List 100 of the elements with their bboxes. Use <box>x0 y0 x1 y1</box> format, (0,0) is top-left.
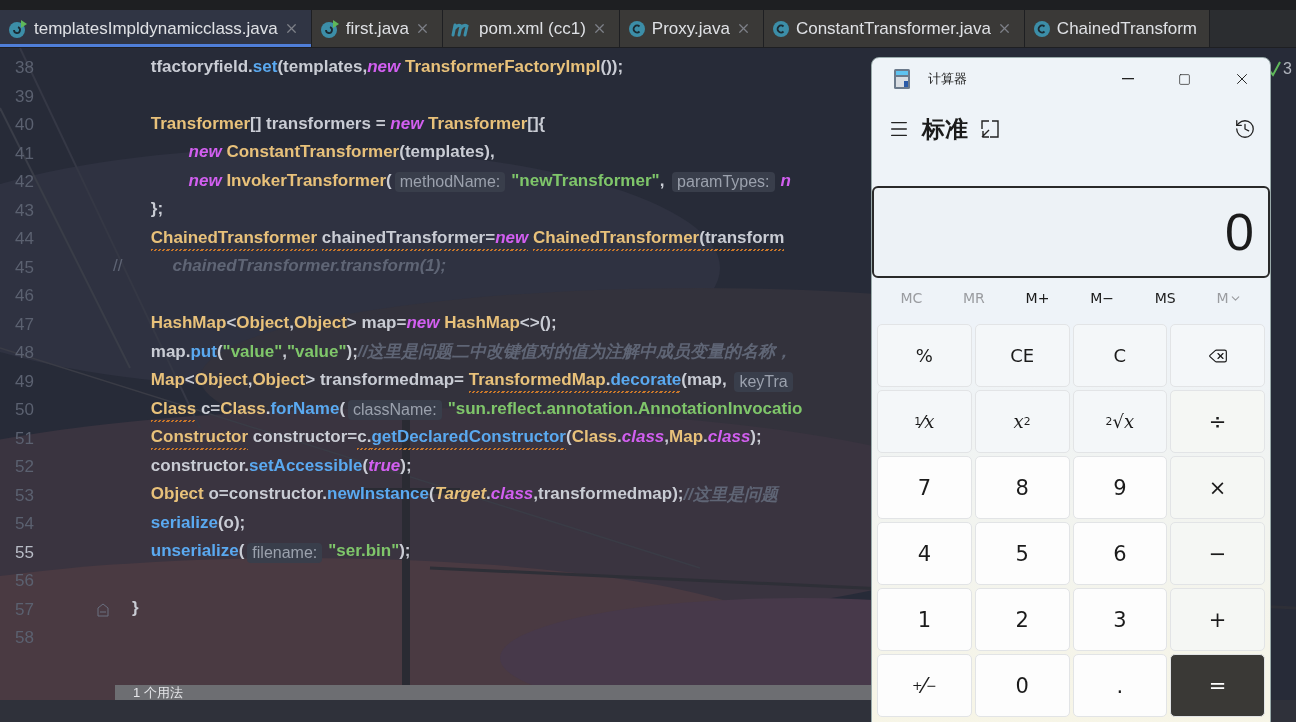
calculator-icon <box>894 69 910 89</box>
code-token: ( <box>566 427 572 449</box>
check-icon <box>1269 61 1282 77</box>
code-token: Target <box>434 484 487 506</box>
line-number: 40 <box>14 115 34 136</box>
code-token: (o); <box>217 512 246 534</box>
calculator-key[interactable]: − <box>1170 522 1265 585</box>
code-token: Object <box>252 370 306 392</box>
parameter-hint: keyTra <box>734 371 793 392</box>
code-token: Map <box>669 427 704 449</box>
calculator-key[interactable]: . <box>1072 654 1168 717</box>
calculator-key[interactable]: 7 <box>877 456 972 519</box>
fold-icon[interactable] <box>96 602 110 617</box>
calculator-key[interactable]: x$^{2}$ <box>974 390 1070 453</box>
code-token: . <box>617 427 622 449</box>
editor-tab[interactable]: ChainedTransform <box>1024 10 1210 47</box>
code-token: Class <box>220 398 266 420</box>
code-token: > transformedmap= <box>305 370 465 392</box>
code-token: getDeclaredConstructor <box>371 427 566 451</box>
code-token: ( <box>238 541 245 563</box>
calculator-key[interactable]: 8 <box>974 456 1070 519</box>
code-token: ( <box>339 398 346 420</box>
editor-tab[interactable]: first.java <box>311 10 444 47</box>
code-token: true <box>368 455 401 477</box>
code-token: Constructor <box>150 427 249 451</box>
calculator-key[interactable]: 3 <box>1072 588 1168 651</box>
line-number: 42 <box>14 172 34 193</box>
code-token: new <box>188 170 222 192</box>
calculator-key[interactable]: 6 <box>1072 522 1168 585</box>
code-token: , <box>659 170 666 192</box>
code-token: n <box>780 170 791 192</box>
parameter-hint: methodName: <box>394 172 506 193</box>
code-token: , <box>289 313 294 335</box>
code-token: (templates, <box>277 56 368 78</box>
code-token: "ser.bin" <box>328 541 400 563</box>
calculator-key[interactable]: $^{1}$⁄x <box>877 390 972 453</box>
code-token: Map <box>150 370 185 392</box>
code-comment: // <box>113 256 123 278</box>
code-token: constructor= <box>252 427 358 449</box>
calculator-key[interactable]: 9 <box>1072 456 1168 519</box>
code-token: . <box>486 484 491 506</box>
code-token: HashMap <box>444 313 520 335</box>
code-token: class <box>490 484 534 506</box>
line-number: 50 <box>14 400 34 421</box>
editor-tab[interactable]: ConstantTransformer.java <box>763 10 1025 47</box>
mode-title: 标准 <box>922 114 968 144</box>
memory-button[interactable]: MS <box>1148 286 1182 310</box>
calculator-key[interactable]: ÷ <box>1170 390 1265 453</box>
calculator-key[interactable]: 2 <box>974 588 1070 651</box>
editor-tab[interactable]: Proxy.java <box>619 10 764 47</box>
calculator-key[interactable]: = <box>1170 654 1265 717</box>
code-token: class <box>707 427 751 449</box>
code-token: ( <box>216 341 223 363</box>
code-token: ()); <box>600 56 624 78</box>
code-token: . <box>703 427 708 449</box>
line-number: 41 <box>14 143 34 164</box>
code-token: TransformerFactoryImpl <box>404 56 601 78</box>
code-token: newInstance <box>327 484 430 506</box>
code-token: ( <box>362 455 369 477</box>
editor-tab[interactable]: pom.xml (cc1) <box>443 10 620 47</box>
memory-button[interactable]: M− <box>1084 286 1120 310</box>
code-token: "newTransformer" <box>511 170 660 192</box>
calculator-key[interactable]: × <box>1170 456 1265 519</box>
usage-hint[interactable]: 1 个用法 <box>133 685 183 700</box>
code-token: new <box>188 142 222 164</box>
code-token: , <box>247 370 253 392</box>
code-token: <>(); <box>519 313 557 335</box>
code-token: unserialize <box>150 541 239 563</box>
code-token: ); <box>399 541 411 563</box>
code-token: tfactoryfield. <box>150 56 253 78</box>
keep-on-top-button[interactable] <box>980 119 1000 139</box>
calculator-key[interactable]: CE <box>974 324 1070 387</box>
code-token: ); <box>400 455 412 477</box>
calculator-key[interactable]: 1 <box>877 588 972 651</box>
calculator-key[interactable]: 4 <box>877 522 972 585</box>
calculator-key[interactable]: + <box>1170 588 1265 651</box>
memory-button[interactable]: M+ <box>1019 286 1056 310</box>
code-token: new <box>390 113 424 135</box>
calculator-key[interactable]: C <box>1072 324 1168 387</box>
code-token: Object <box>236 313 290 335</box>
code-token: InvokerTransformer <box>226 170 387 192</box>
maximize-icon <box>1178 72 1191 86</box>
class-icon <box>1032 19 1051 38</box>
calculator-key[interactable]: 5 <box>974 522 1070 585</box>
calculator-key[interactable]: % <box>877 324 972 387</box>
history-button[interactable] <box>1234 118 1256 140</box>
code-token: , <box>664 427 670 449</box>
code-token: } <box>131 598 139 620</box>
display-field: 0 <box>872 186 1270 278</box>
editor-tab[interactable]: templatesImpldynamicclass.java <box>0 10 312 47</box>
code-token: , <box>282 341 287 363</box>
inspection-count[interactable]: 3 <box>1283 60 1292 78</box>
code-token: Object <box>150 484 204 506</box>
calculator-key[interactable]: 0 <box>974 654 1070 717</box>
class-icon <box>771 19 790 38</box>
code-token: "sun.reflect.annotation.AnnotationInvocatio <box>447 398 803 420</box>
calculator-key[interactable]: $^{2}$√x <box>1072 390 1168 453</box>
line-number: 55 <box>14 542 34 563</box>
class-run-icon <box>319 18 340 39</box>
code-token: class <box>621 427 665 449</box>
